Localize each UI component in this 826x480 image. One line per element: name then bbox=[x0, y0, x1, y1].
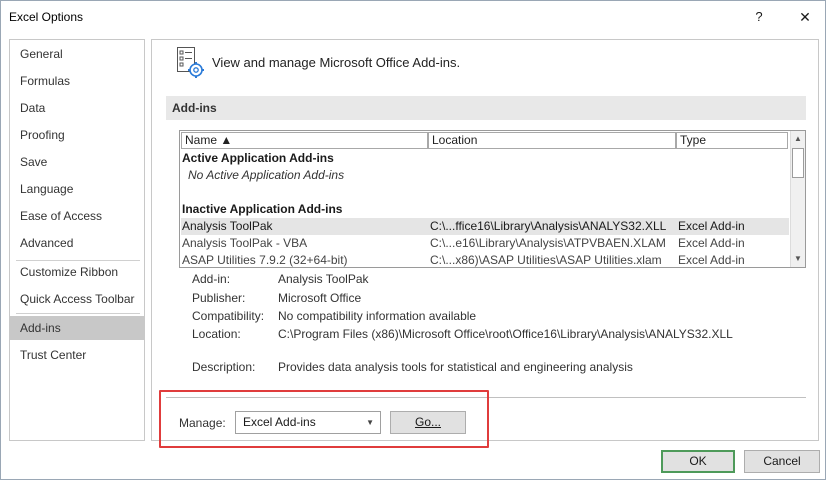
window-title: Excel Options bbox=[9, 10, 84, 24]
sidebar-item-customize-ribbon[interactable]: Customize Ribbon bbox=[10, 260, 144, 284]
sidebar-item-advanced[interactable]: Advanced bbox=[10, 231, 144, 255]
close-icon[interactable]: ✕ bbox=[795, 7, 815, 27]
options-sidebar: General Formulas Data Proofing Save Lang… bbox=[9, 39, 145, 441]
group-header-inactive: Inactive Application Add-ins bbox=[182, 202, 343, 216]
section-title: Add-ins bbox=[166, 96, 806, 120]
table-row[interactable]: ASAP Utilities 7.9.2 (32+64-bit) C:\...x… bbox=[181, 252, 789, 267]
description-value: Provides data analysis tools for statist… bbox=[278, 360, 633, 374]
description-label: Description: bbox=[192, 360, 256, 374]
addins-list[interactable]: Name ▲ Location Type Active Application … bbox=[179, 130, 806, 268]
ok-button[interactable]: OK bbox=[661, 450, 735, 473]
sidebar-item-proofing[interactable]: Proofing bbox=[10, 123, 144, 147]
sidebar-item-save[interactable]: Save bbox=[10, 150, 144, 174]
addin-value: Analysis ToolPak bbox=[278, 272, 369, 286]
location-label: Location: bbox=[192, 327, 241, 341]
group-header-active: Active Application Add-ins bbox=[182, 151, 334, 165]
cancel-button[interactable]: Cancel bbox=[744, 450, 820, 473]
scroll-thumb[interactable] bbox=[792, 148, 804, 178]
sidebar-item-language[interactable]: Language bbox=[10, 177, 144, 201]
scroll-up-icon[interactable]: ▲ bbox=[791, 131, 805, 146]
sidebar-item-data[interactable]: Data bbox=[10, 96, 144, 120]
publisher-value: Microsoft Office bbox=[278, 291, 362, 305]
column-header-name[interactable]: Name ▲ bbox=[181, 132, 428, 149]
sidebar-item-ease-of-access[interactable]: Ease of Access bbox=[10, 204, 144, 228]
row-name: ASAP Utilities 7.9.2 (32+64-bit) bbox=[182, 253, 348, 267]
sidebar-item-quick-access-toolbar[interactable]: Quick Access Toolbar bbox=[10, 287, 144, 311]
column-header-type[interactable]: Type bbox=[676, 132, 788, 149]
help-icon[interactable]: ? bbox=[749, 7, 769, 27]
addins-gear-icon bbox=[176, 46, 206, 80]
compatibility-label: Compatibility: bbox=[192, 309, 265, 323]
list-scrollbar[interactable]: ▲ ▼ bbox=[790, 131, 805, 267]
title-bar: Excel Options ? ✕ bbox=[1, 1, 825, 33]
row-type: Excel Add-in bbox=[678, 253, 745, 267]
table-row[interactable]: Analysis ToolPak C:\...ffice16\Library\A… bbox=[181, 218, 789, 235]
publisher-label: Publisher: bbox=[192, 291, 246, 305]
sidebar-divider bbox=[16, 313, 140, 314]
excel-options-dialog: Excel Options ? ✕ General Formulas Data … bbox=[0, 0, 826, 480]
row-name: Analysis ToolPak bbox=[182, 219, 273, 233]
table-row[interactable]: Analysis ToolPak - VBA C:\...e16\Library… bbox=[181, 235, 789, 252]
row-type: Excel Add-in bbox=[678, 236, 745, 250]
row-location: C:\...ffice16\Library\Analysis\ANALYS32.… bbox=[430, 219, 667, 233]
highlight-annotation bbox=[159, 390, 489, 448]
sidebar-item-trust-center[interactable]: Trust Center bbox=[10, 343, 144, 367]
column-header-location[interactable]: Location bbox=[428, 132, 676, 149]
compatibility-value: No compatibility information available bbox=[278, 309, 477, 323]
row-type: Excel Add-in bbox=[678, 219, 745, 233]
sidebar-item-formulas[interactable]: Formulas bbox=[10, 69, 144, 93]
location-value: C:\Program Files (x86)\Microsoft Office\… bbox=[278, 327, 733, 341]
row-name: Analysis ToolPak - VBA bbox=[182, 236, 308, 250]
scroll-down-icon[interactable]: ▼ bbox=[791, 251, 805, 266]
row-location: C:\...x86)\ASAP Utilities\ASAP Utilities… bbox=[430, 253, 662, 267]
panel-heading: View and manage Microsoft Office Add-ins… bbox=[212, 55, 461, 70]
sidebar-item-add-ins[interactable]: Add-ins bbox=[10, 316, 144, 340]
addins-panel: View and manage Microsoft Office Add-ins… bbox=[151, 39, 819, 441]
sidebar-item-general[interactable]: General bbox=[10, 42, 144, 66]
row-location: C:\...e16\Library\Analysis\ATPVBAEN.XLAM bbox=[430, 236, 666, 250]
addin-label: Add-in: bbox=[192, 272, 231, 286]
empty-active-text: No Active Application Add-ins bbox=[188, 168, 345, 182]
